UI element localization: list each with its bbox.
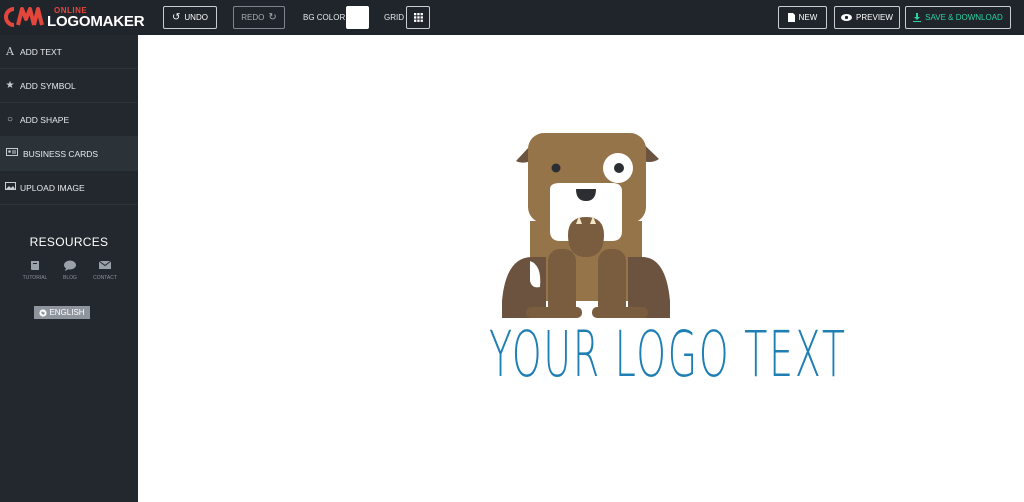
sidebar-item-upload-image[interactable]: UPLOAD IMAGE [0, 171, 138, 205]
logo-mark-icon [4, 7, 44, 27]
tutorial-link[interactable]: TUTORIAL [20, 260, 50, 281]
chat-icon [64, 260, 76, 271]
sidebar-item-add-symbol[interactable]: ★ ADD SYMBOL [0, 69, 138, 103]
redo-label: REDO [241, 13, 265, 22]
preview-label: PREVIEW [856, 13, 893, 22]
logo-text[interactable]: YOUR LOGO TEXT [489, 323, 845, 386]
redo-icon: ↻ [268, 11, 277, 23]
sidebar-item-label: ADD SHAPE [20, 114, 70, 125]
undo-icon: ↺ [172, 11, 181, 23]
save-download-button[interactable]: SAVE & DOWNLOAD [905, 6, 1011, 29]
sidebar-item-add-shape[interactable]: ○ ADD SHAPE [0, 103, 138, 137]
download-icon [913, 13, 922, 22]
resources-title: RESOURCES [29, 235, 109, 249]
preview-button[interactable]: PREVIEW [834, 6, 900, 29]
contact-link[interactable]: CONTACT [90, 260, 120, 281]
blog-link[interactable]: BLOG [55, 260, 85, 281]
text-icon: A [6, 45, 14, 58]
sidebar-item-label: ADD SYMBOL [20, 80, 76, 91]
contact-label: CONTACT [93, 275, 117, 281]
save-download-label: SAVE & DOWNLOAD [925, 13, 1003, 22]
tutorial-label: TUTORIAL [22, 275, 48, 281]
top-toolbar: ONLINE LOGOMAKER ↺ UNDO REDO ↻ BG COLOR … [0, 0, 1024, 35]
brand-logo[interactable]: ONLINE LOGOMAKER [4, 5, 145, 31]
grid-icon [413, 13, 423, 22]
star-icon: ★ [5, 80, 15, 91]
bg-color-swatch[interactable] [346, 6, 369, 29]
envelope-icon [99, 260, 111, 269]
redo-button[interactable]: REDO ↻ [233, 6, 285, 29]
grid-label: GRID [384, 13, 404, 22]
sidebar-item-label: BUSINESS CARDS [23, 148, 99, 159]
undo-button[interactable]: ↺ UNDO [163, 6, 217, 29]
circle-icon: ○ [6, 114, 14, 125]
new-label: NEW [798, 13, 818, 22]
sidebar: A ADD TEXT ★ ADD SYMBOL ○ ADD SHAPE BUSI… [0, 35, 138, 502]
globe-icon [39, 308, 48, 317]
eye-icon [841, 14, 853, 21]
grid-toggle-button[interactable] [406, 6, 430, 29]
sidebar-item-label: ADD TEXT [20, 46, 62, 57]
image-icon [0, 182, 20, 193]
logo-canvas[interactable]: YOUR LOGO TEXT [138, 35, 1024, 502]
bg-color-label: BG COLOR [303, 13, 346, 22]
language-label: ENGLISH [49, 308, 85, 317]
brand-name: LOGOMAKER [47, 13, 145, 30]
resources-links: TUTORIAL BLOG CONTACT [20, 260, 120, 281]
book-icon [31, 261, 39, 270]
new-button[interactable]: NEW [778, 6, 827, 29]
language-selector[interactable]: ENGLISH [34, 306, 90, 319]
file-icon [787, 13, 795, 22]
sidebar-item-label: UPLOAD IMAGE [20, 182, 85, 193]
id-card-icon [0, 148, 23, 159]
undo-label: UNDO [184, 13, 208, 22]
sidebar-item-add-text[interactable]: A ADD TEXT [0, 35, 138, 69]
blog-label: BLOG [63, 275, 77, 281]
sidebar-item-business-cards[interactable]: BUSINESS CARDS [0, 137, 138, 171]
dog-symbol[interactable] [502, 131, 672, 321]
